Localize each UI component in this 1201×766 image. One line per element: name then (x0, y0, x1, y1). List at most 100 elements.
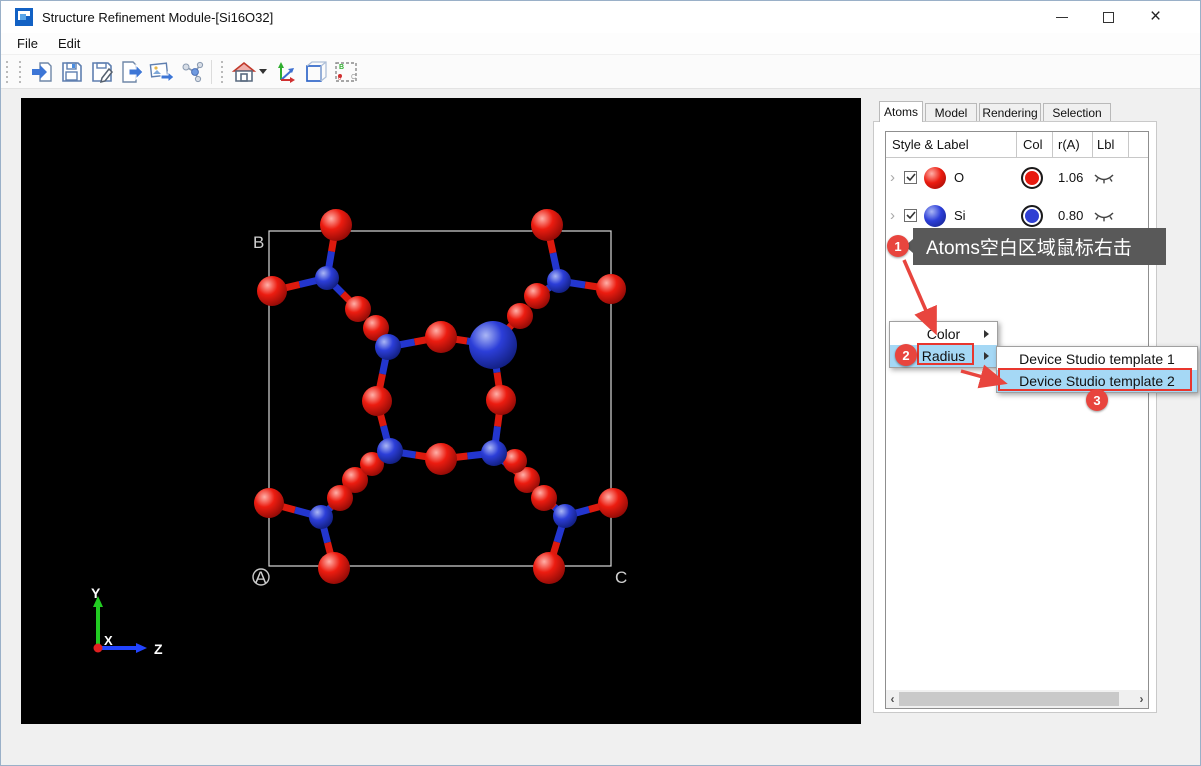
annotation-tooltip: Atoms空白区域鼠标右击 (905, 228, 1166, 265)
cell-box-icon (306, 60, 327, 82)
supercell-icon: BC0 (335, 61, 357, 82)
element-sphere-swatch (924, 205, 946, 227)
svg-text:B: B (339, 64, 344, 71)
atom-O[interactable] (257, 276, 287, 306)
element-sphere-swatch (924, 167, 946, 189)
bonds-button[interactable] (177, 58, 207, 86)
cell-box-button[interactable] (301, 58, 331, 86)
color-swatch[interactable] (1021, 167, 1043, 189)
toolbar: BC0 (1, 55, 1200, 89)
tab-selection[interactable]: Selection (1043, 103, 1111, 121)
scroll-right-arrow-icon[interactable]: › (1135, 690, 1148, 708)
scroll-left-arrow-icon[interactable]: ‹ (886, 690, 899, 708)
atom-O[interactable] (533, 552, 565, 584)
atom-Si[interactable] (481, 440, 507, 466)
atom-Si[interactable] (553, 504, 577, 528)
export-image-icon (149, 61, 175, 83)
header-radius: r(A) (1058, 137, 1080, 152)
header-lbl: Lbl (1097, 137, 1115, 152)
atom-O[interactable] (425, 443, 457, 475)
menu-edit[interactable]: Edit (48, 34, 90, 53)
atom-O[interactable] (320, 209, 352, 241)
toolbar-grip[interactable] (5, 60, 9, 83)
radius-value[interactable]: 0.80 (1058, 208, 1083, 223)
atom-O[interactable] (345, 296, 371, 322)
molecule (254, 209, 628, 584)
supercell-button[interactable]: BC0 (331, 58, 361, 86)
tab-model[interactable]: Model (925, 103, 977, 121)
import-icon (32, 61, 52, 82)
scrollbar-thumb[interactable] (899, 692, 1119, 706)
element-name: O (954, 170, 965, 185)
label-hidden-eye-icon[interactable] (1093, 172, 1115, 190)
atom-Si[interactable] (315, 266, 339, 290)
toolbar-grip[interactable] (220, 60, 224, 83)
visibility-checkbox[interactable] (904, 209, 917, 222)
menu-item-template-1[interactable]: Device Studio template 1 (997, 348, 1197, 370)
title-bar: Structure Refinement Module-[Si16O32] × (1, 1, 1200, 33)
atom-Si[interactable] (375, 334, 401, 360)
axes-icon (278, 61, 295, 83)
export-button[interactable] (117, 58, 147, 86)
step-1-badge: 1 (887, 235, 909, 257)
import-button[interactable] (27, 58, 57, 86)
step-3-badge: 3 (1086, 389, 1108, 411)
home-view-button[interactable] (229, 58, 259, 86)
z-axis-arrow (136, 643, 147, 653)
atom-Si[interactable] (547, 269, 571, 293)
save-as-button[interactable] (87, 58, 117, 86)
axis-label-y: Y (91, 585, 101, 601)
save-as-icon (92, 61, 113, 83)
minimize-icon (1055, 16, 1068, 18)
atom-O[interactable] (327, 485, 353, 511)
menu-bar: File Edit (1, 33, 1200, 55)
close-button[interactable]: × (1132, 1, 1179, 33)
atom-O[interactable] (486, 385, 516, 415)
tab-rendering[interactable]: Rendering (979, 103, 1041, 121)
menu-item-color[interactable]: Color (890, 323, 997, 345)
toolbar-separator (211, 59, 212, 84)
atom-O[interactable] (362, 386, 392, 416)
export-image-button[interactable] (147, 58, 177, 86)
label-hidden-eye-icon[interactable] (1093, 210, 1115, 228)
horizontal-scrollbar[interactable]: ‹ › (886, 690, 1148, 708)
atom-O[interactable] (596, 274, 626, 304)
expand-chevron-icon[interactable]: › (890, 169, 895, 186)
atom-Si[interactable] (377, 438, 403, 464)
home-dropdown-caret[interactable] (259, 69, 267, 74)
atom-O[interactable] (425, 321, 457, 353)
tab-atoms[interactable]: Atoms (879, 101, 923, 122)
table-row[interactable]: › O 1.06 (886, 159, 1148, 197)
save-button[interactable] (57, 58, 87, 86)
atoms-style-table: Style & Label Col r(A) Lbl › O 1.06 › Si… (885, 131, 1149, 709)
x-axis-dot (93, 643, 103, 653)
axes-button[interactable] (271, 58, 301, 86)
app-logo-icon (15, 8, 33, 26)
axis-label-x: X (104, 633, 113, 648)
header-col: Col (1023, 137, 1043, 152)
visibility-checkbox[interactable] (904, 171, 917, 184)
expand-chevron-icon[interactable]: › (890, 207, 895, 224)
menu-file[interactable]: File (7, 34, 48, 53)
maximize-button[interactable] (1085, 1, 1132, 33)
atom-O[interactable] (531, 485, 557, 511)
step-2-badge: 2 (895, 344, 917, 366)
atom-O[interactable] (318, 552, 350, 584)
atom-O[interactable] (254, 488, 284, 518)
color-swatch[interactable] (1021, 205, 1043, 227)
atom-Si[interactable] (309, 505, 333, 529)
step-3-highlight-box (998, 368, 1192, 391)
toolbar-grip[interactable] (18, 60, 22, 83)
structure-viewport[interactable]: B A C Y X Z (21, 98, 861, 724)
window-title: Structure Refinement Module-[Si16O32] (42, 9, 274, 25)
maximize-icon (1103, 11, 1114, 23)
radius-value[interactable]: 1.06 (1058, 170, 1083, 185)
atom-O[interactable] (531, 209, 563, 241)
export-icon (122, 60, 144, 83)
atom-Si[interactable] (469, 321, 517, 369)
minimize-button[interactable] (1038, 1, 1085, 33)
atom-O[interactable] (598, 488, 628, 518)
header-style-label: Style & Label (892, 137, 969, 152)
atom-O[interactable] (524, 283, 550, 309)
atom-O[interactable] (507, 303, 533, 329)
